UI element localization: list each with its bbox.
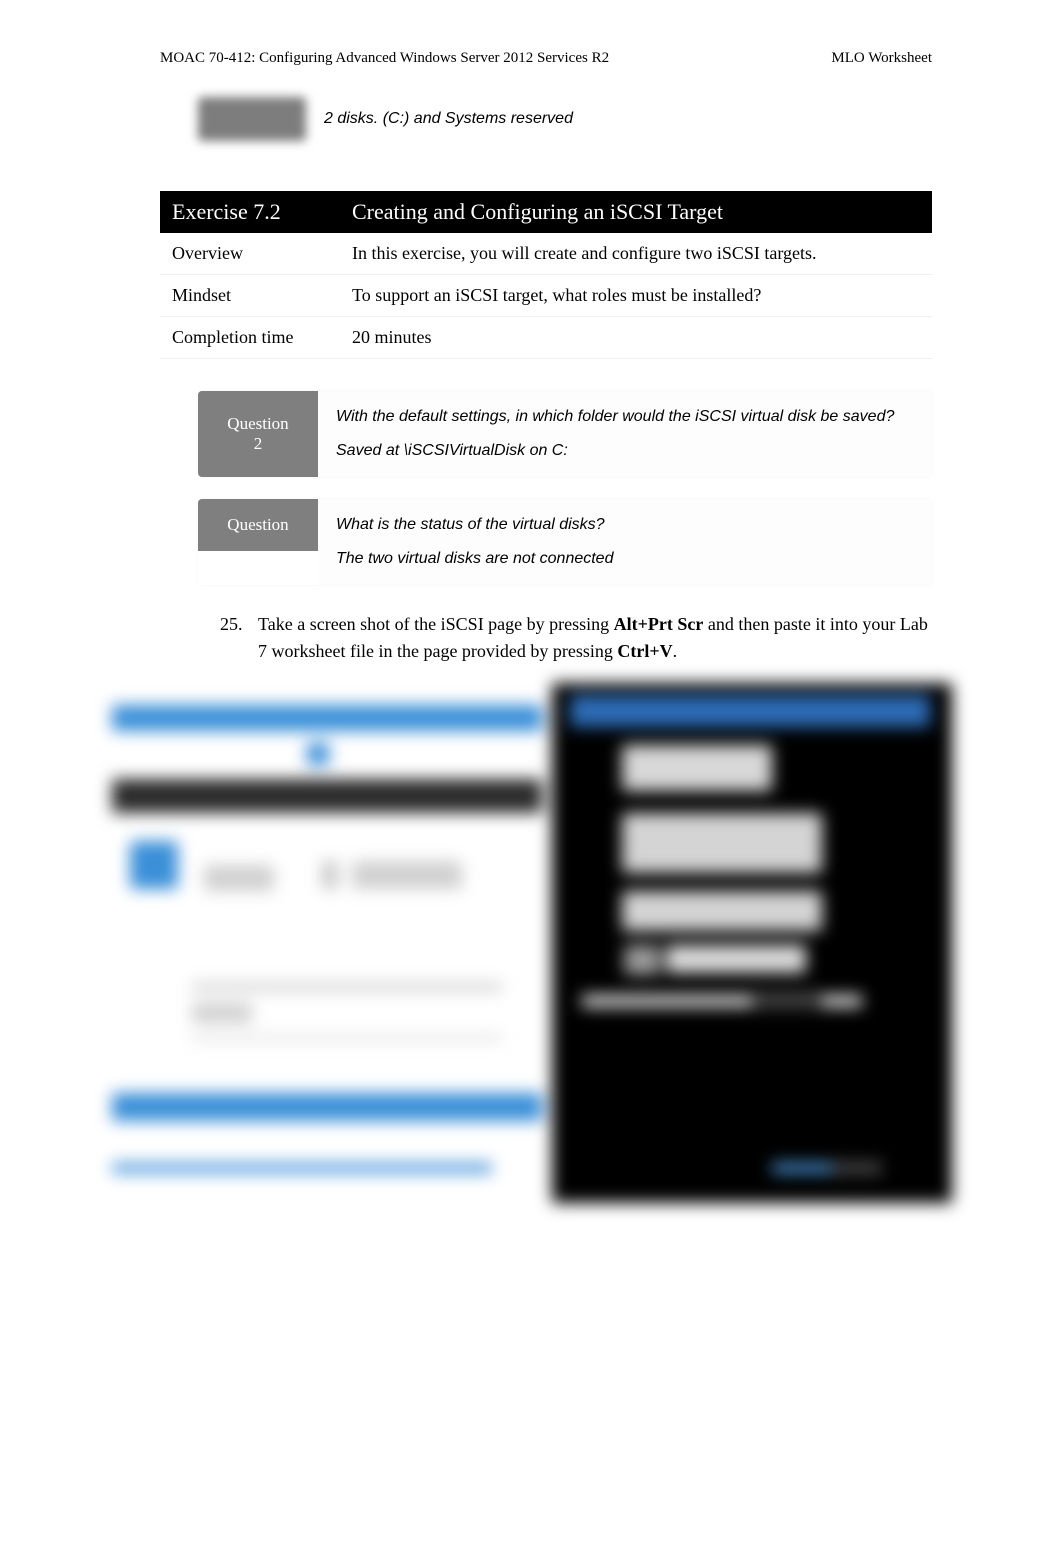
step-25: 25. Take a screen shot of the iSCSI page… xyxy=(212,611,932,665)
screenshot-titlebar xyxy=(112,705,542,731)
screenshot-right-titlebar xyxy=(570,695,930,727)
embedded-screenshot xyxy=(112,683,964,1223)
screenshot-bottom-bar xyxy=(112,1093,542,1121)
mindset-text: To support an iSCSI target, what roles m… xyxy=(340,275,932,317)
screenshot-text-block xyxy=(622,813,822,873)
step-key1: Alt+Prt Scr xyxy=(614,614,704,634)
overview-text: In this exercise, you will create and co… xyxy=(340,233,932,275)
question-2-body: With the default settings, in which fold… xyxy=(318,391,932,477)
exercise-number: Exercise 7.2 xyxy=(160,191,340,233)
screenshot-line xyxy=(192,983,502,991)
screenshot-dark-bar xyxy=(112,779,542,813)
step-number: 25. xyxy=(212,611,258,665)
question-2-answer: Saved at \iSCSIVirtualDisk on C: xyxy=(336,439,914,463)
completion-row: Completion time 20 minutes xyxy=(160,317,932,359)
screenshot-text-block xyxy=(322,861,338,889)
question-2-label: Question 2 xyxy=(198,391,318,477)
question-3-answer: The two virtual disks are not connected xyxy=(336,547,914,571)
mindset-label: Mindset xyxy=(160,275,340,317)
screenshot-folder-icon xyxy=(130,841,178,889)
screenshot-text-block xyxy=(622,891,822,931)
redacted-box xyxy=(198,97,306,141)
screenshot-mini-icon xyxy=(624,945,660,975)
exercise-table: Exercise 7.2 Creating and Configuring an… xyxy=(160,191,932,359)
screenshot-bottom-line xyxy=(112,1163,492,1173)
screenshot-text-block xyxy=(666,945,806,973)
page-header: MOAC 70-412: Configuring Advanced Window… xyxy=(160,50,932,67)
question-3-prompt: What is the status of the virtual disks? xyxy=(336,513,914,537)
screenshot-dark-block xyxy=(832,1161,882,1175)
question-2-prompt: With the default settings, in which fold… xyxy=(336,405,914,429)
screenshot-left-panel xyxy=(112,683,542,1203)
screenshot-dark-block xyxy=(752,991,822,1009)
overview-row: Overview In this exercise, you will crea… xyxy=(160,233,932,275)
mindset-row: Mindset To support an iSCSI target, what… xyxy=(160,275,932,317)
step-suffix: . xyxy=(673,641,678,661)
screenshot-text-block xyxy=(352,861,462,889)
question-3-label: Question xyxy=(198,499,318,551)
header-right: MLO Worksheet xyxy=(831,50,932,67)
exercise-header-row: Exercise 7.2 Creating and Configuring an… xyxy=(160,191,932,233)
screenshot-icon xyxy=(307,743,329,765)
question-word: Question xyxy=(227,515,288,535)
overview-label: Overview xyxy=(160,233,340,275)
step-text: Take a screen shot of the iSCSI page by … xyxy=(258,611,932,665)
screenshot-text-block xyxy=(204,865,274,891)
screenshot-line xyxy=(192,1035,502,1041)
previous-answer-text: 2 disks. (C:) and Systems reserved xyxy=(324,110,573,128)
question-3-body: What is the status of the virtual disks?… xyxy=(318,499,932,585)
step-prefix: Take a screen shot of the iSCSI page by … xyxy=(258,614,614,634)
screenshot-text-block xyxy=(192,1003,252,1023)
step-key2: Ctrl+V xyxy=(617,641,672,661)
question-3-block: Question What is the status of the virtu… xyxy=(198,499,932,585)
completion-label: Completion time xyxy=(160,317,340,359)
question-2-block: Question 2 With the default settings, in… xyxy=(198,391,932,477)
question-number: 2 xyxy=(254,434,263,454)
previous-answer-row: 2 disks. (C:) and Systems reserved xyxy=(198,97,932,141)
header-left: MOAC 70-412: Configuring Advanced Window… xyxy=(160,50,609,67)
screenshot-text-block xyxy=(622,745,772,791)
completion-text: 20 minutes xyxy=(340,317,932,359)
exercise-title: Creating and Configuring an iSCSI Target xyxy=(340,191,932,233)
question-word: Question xyxy=(227,414,288,434)
